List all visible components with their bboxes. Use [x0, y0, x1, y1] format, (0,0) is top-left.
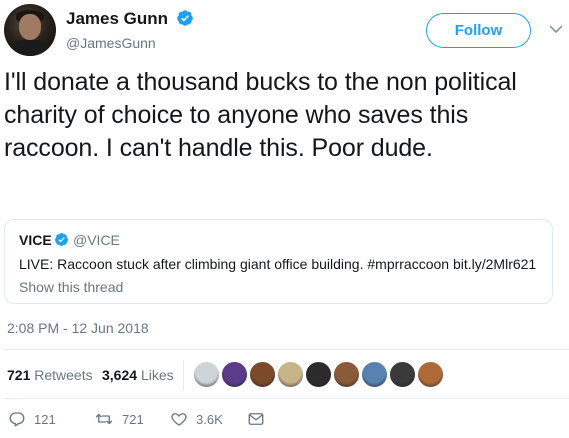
tweet-header: James Gunn @JamesGunn Follow	[0, 0, 569, 70]
liker-avatar[interactable]	[332, 360, 361, 389]
quoted-author-name: VICE	[19, 232, 52, 248]
liker-avatar[interactable]	[360, 360, 389, 389]
reply-count: 121	[34, 411, 56, 427]
liker-avatar[interactable]	[192, 360, 221, 389]
tweet-timestamp[interactable]: 2:08 PM - 12 Jun 2018	[7, 320, 149, 336]
show-thread-link[interactable]: Show this thread	[19, 279, 123, 295]
likes-count: 3,624	[102, 367, 138, 383]
liker-avatar[interactable]	[248, 360, 277, 389]
retweets-count: 721	[7, 367, 31, 383]
heart-icon	[171, 413, 187, 426]
likes-stat[interactable]: 3,624 Likes	[102, 367, 174, 383]
divider	[4, 349, 569, 350]
follow-button[interactable]: Follow	[426, 13, 531, 48]
quoted-author-handle: @VICE	[73, 232, 120, 248]
retweet-count: 721	[122, 411, 144, 427]
reply-icon	[9, 412, 25, 427]
direct-message-button[interactable]	[247, 410, 265, 428]
likes-label: Likes	[140, 367, 174, 383]
liker-avatar[interactable]	[388, 360, 417, 389]
stats-separator	[183, 360, 184, 390]
retweets-stat[interactable]: 721 Retweets	[7, 367, 93, 383]
liker-avatar[interactable]	[304, 360, 333, 389]
retweet-button[interactable]: 721	[94, 410, 144, 428]
avatar-face	[19, 14, 41, 40]
chevron-down-icon[interactable]	[548, 21, 564, 37]
avatar-coat	[8, 40, 52, 56]
tweet-actions: 121 721 3.6K	[0, 410, 569, 434]
quoted-tweet-card[interactable]: VICE @VICE LIVE: Raccoon stuck after cli…	[4, 219, 553, 304]
reply-button[interactable]: 121	[8, 410, 56, 428]
liker-avatar[interactable]	[276, 360, 305, 389]
liker-avatar[interactable]	[416, 360, 445, 389]
quoted-tweet-text: LIVE: Raccoon stuck after climbing giant…	[19, 256, 537, 272]
tweet-text: I'll donate a thousand bucks to the non …	[4, 68, 517, 162]
verified-badge-icon	[54, 233, 69, 246]
divider	[4, 398, 569, 399]
retweets-label: Retweets	[34, 367, 93, 383]
author-handle[interactable]: @JamesGunn	[66, 35, 156, 51]
like-count: 3.6K	[196, 411, 223, 427]
like-button[interactable]: 3.6K	[170, 410, 223, 428]
retweet-icon	[95, 413, 113, 425]
author-name[interactable]: James Gunn	[66, 9, 168, 29]
author-avatar[interactable]	[4, 4, 56, 56]
envelope-icon	[248, 413, 264, 425]
verified-badge-icon	[177, 10, 193, 26]
liker-avatar[interactable]	[220, 360, 249, 389]
